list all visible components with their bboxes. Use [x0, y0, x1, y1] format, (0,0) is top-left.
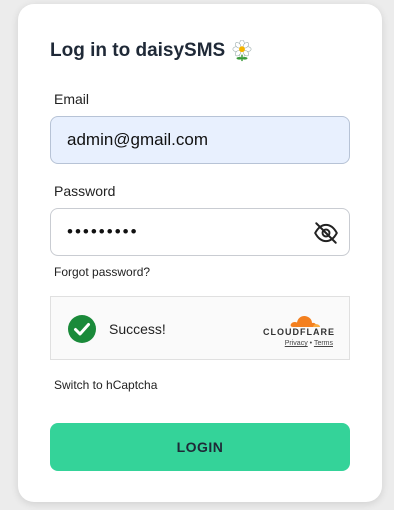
password-value: ••••••••• [67, 222, 139, 241]
login-card: Log in to daisySMS Email admin@gmail.com… [18, 4, 382, 502]
captcha-links: Privacy • Terms [285, 340, 333, 347]
eye-off-icon[interactable] [313, 220, 339, 246]
page-title: Log in to daisySMS [50, 40, 253, 62]
link-separator: • [309, 340, 313, 347]
page-title-text: Log in to daisySMS [50, 40, 226, 61]
captcha-widget: Success! CLOUDFLARE Privacy • Terms [50, 296, 350, 360]
switch-hcaptcha-link[interactable]: Switch to hCaptcha [54, 378, 157, 392]
email-value: admin@gmail.com [67, 130, 209, 149]
privacy-link[interactable]: Privacy [285, 340, 308, 347]
password-field[interactable]: ••••••••• [50, 208, 350, 256]
terms-link[interactable]: Terms [314, 340, 333, 347]
email-label: Email [54, 91, 90, 107]
password-label: Password [54, 183, 116, 199]
email-field[interactable]: admin@gmail.com [50, 116, 350, 164]
success-check-icon [68, 315, 96, 343]
captcha-status: Success! [109, 321, 166, 337]
login-button[interactable]: LOGIN [50, 423, 350, 471]
cloudflare-wordmark: CLOUDFLARE [263, 327, 335, 337]
daisy-flower-icon [232, 40, 252, 62]
forgot-password-link[interactable]: Forgot password? [54, 265, 150, 279]
